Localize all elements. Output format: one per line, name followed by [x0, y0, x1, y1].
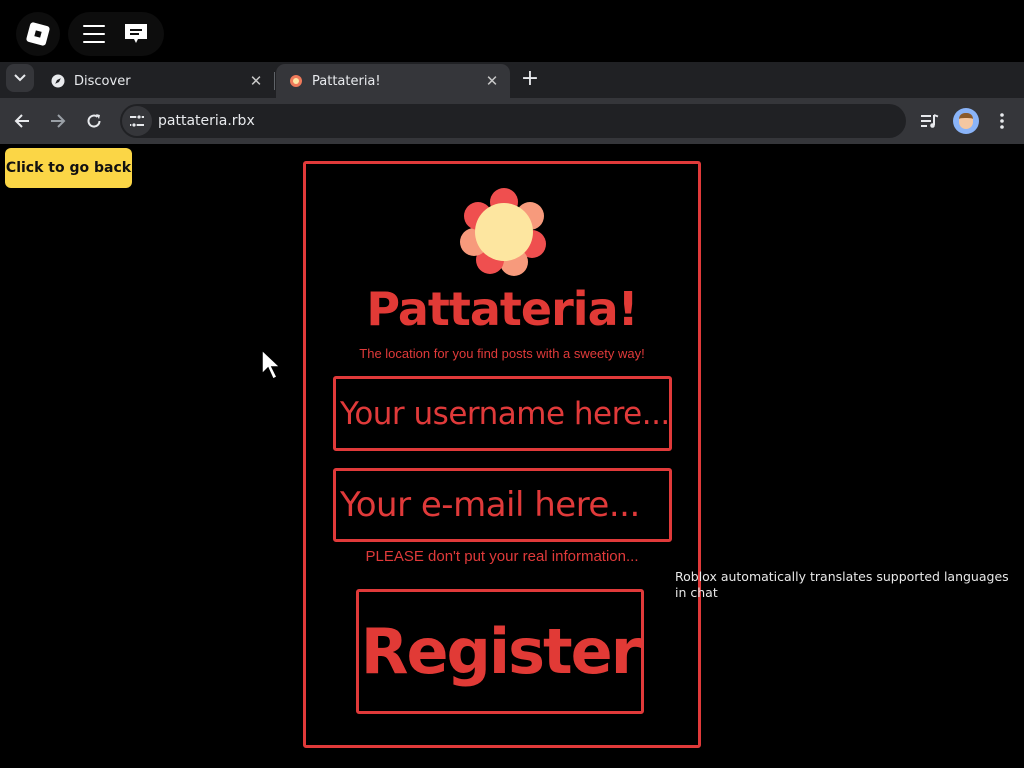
- site-settings-icon[interactable]: [122, 106, 152, 136]
- browser-toolbar: pattateria.rbx: [0, 98, 1024, 144]
- roblox-topbar-pill: [68, 12, 164, 56]
- email-input[interactable]: [333, 468, 672, 542]
- more-vert-icon[interactable]: [989, 108, 1015, 134]
- chat-bubble-icon[interactable]: [122, 20, 150, 48]
- close-icon[interactable]: ✕: [246, 71, 266, 91]
- close-icon[interactable]: ✕: [482, 71, 502, 91]
- address-bar[interactable]: pattateria.rbx: [120, 104, 906, 138]
- screen: Discover ✕ Pattateria! ✕ + pattateria.rb…: [0, 0, 1024, 768]
- avatar-face: [959, 113, 973, 129]
- chevron-down-icon: [14, 74, 26, 82]
- media-queue-icon[interactable]: [917, 108, 943, 134]
- tab-strip: Discover ✕ Pattateria! ✕ +: [0, 62, 1024, 98]
- tab-discover-title: Discover: [74, 73, 131, 89]
- tab-discover[interactable]: Discover ✕: [38, 64, 274, 98]
- translation-notification: Roblox automatically translates supporte…: [675, 569, 1009, 600]
- tab-search-button[interactable]: [6, 64, 34, 92]
- go-back-button[interactable]: Click to go back: [5, 148, 132, 188]
- warning-text: PLEASE don't put your real information..…: [365, 548, 639, 565]
- forward-arrow-icon[interactable]: [46, 109, 70, 133]
- hamburger-menu-icon[interactable]: [82, 25, 105, 43]
- roblox-menu-button[interactable]: [16, 12, 60, 56]
- back-arrow-icon[interactable]: [10, 109, 34, 133]
- url-text: pattateria.rbx: [158, 113, 255, 129]
- new-tab-button[interactable]: +: [518, 68, 542, 92]
- profile-avatar[interactable]: [953, 108, 979, 134]
- username-input[interactable]: [333, 376, 672, 451]
- tab-pattateria[interactable]: Pattateria! ✕: [276, 64, 510, 98]
- flower-favicon: [288, 73, 304, 89]
- page-title: Pattateria!: [366, 282, 638, 336]
- mouse-cursor-icon: [261, 348, 282, 381]
- reload-icon[interactable]: [82, 109, 106, 133]
- flower-logo: [460, 188, 546, 276]
- tab-pattateria-title: Pattateria!: [312, 73, 381, 89]
- page-subtitle: The location for you find posts with a s…: [359, 346, 645, 361]
- compass-icon: [50, 73, 66, 89]
- roblox-logo-icon: [25, 21, 51, 47]
- register-button[interactable]: Register: [356, 589, 644, 714]
- tab-separator: [274, 72, 275, 90]
